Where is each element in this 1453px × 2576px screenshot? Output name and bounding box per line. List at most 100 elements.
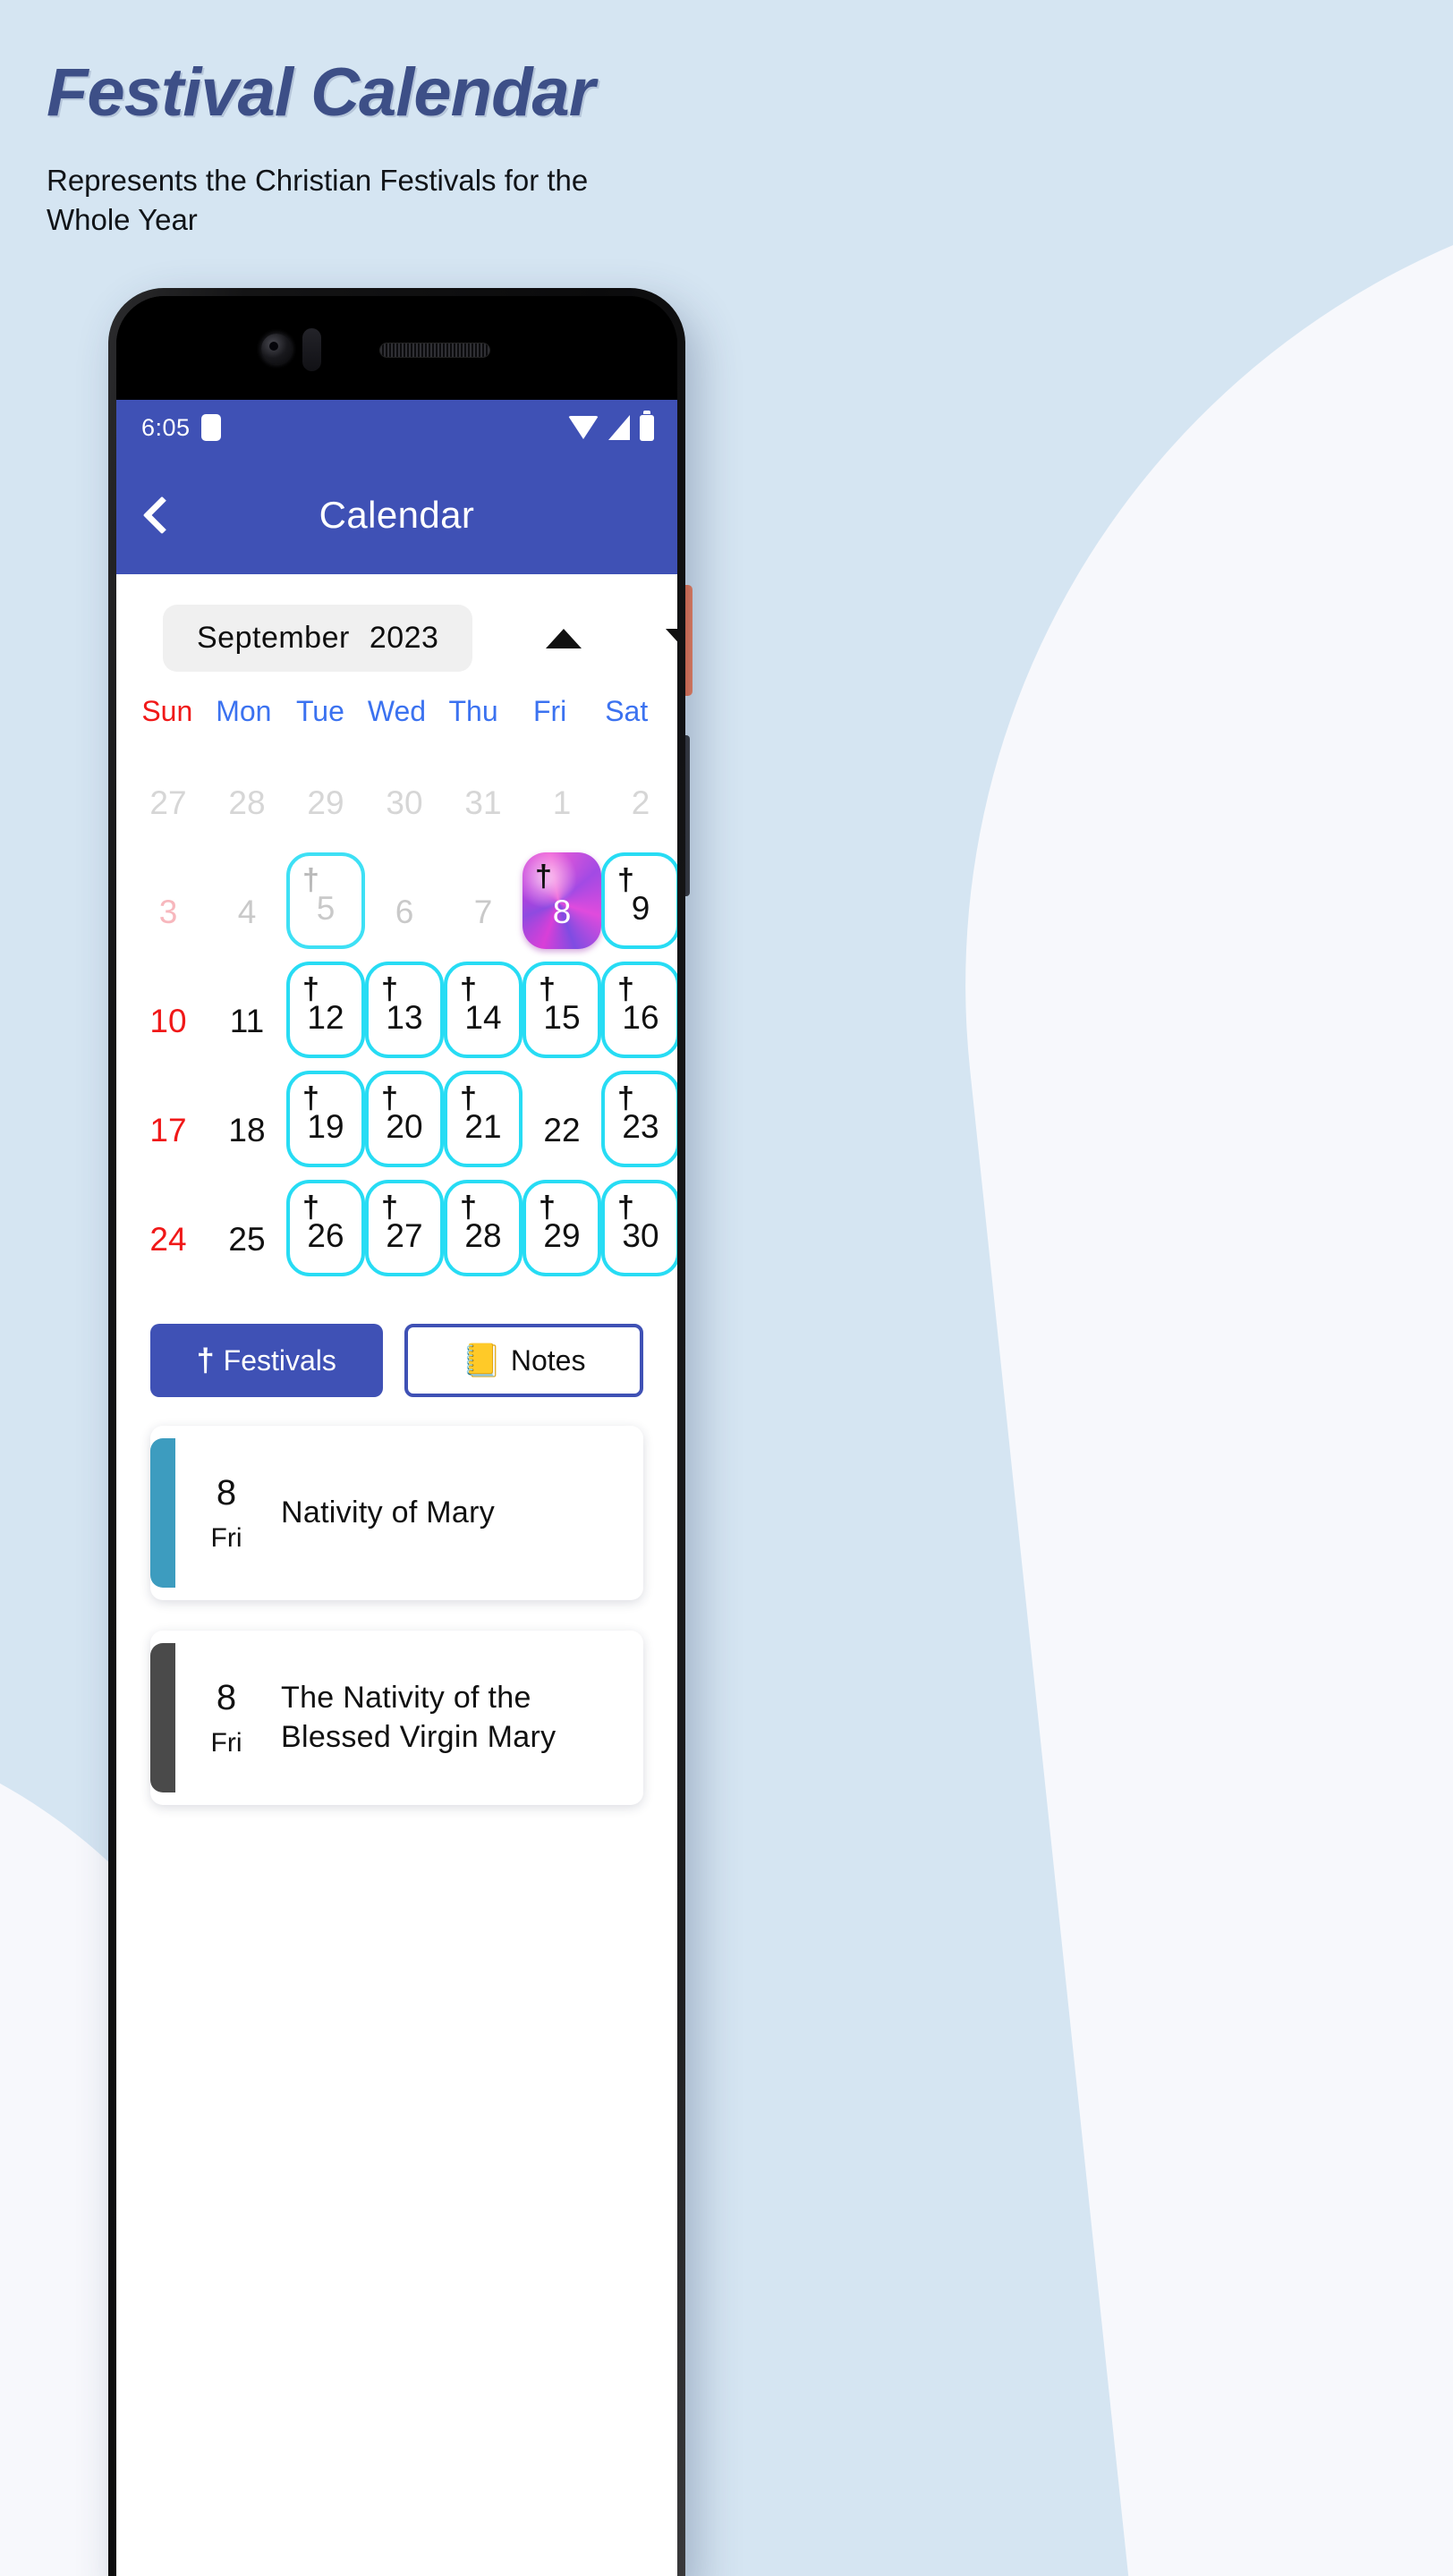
- cross-icon: †: [381, 1081, 398, 1115]
- day-cell-27[interactable]: † 27: [365, 1180, 444, 1276]
- notepad-icon: 📒: [462, 1342, 502, 1378]
- day-cell-30[interactable]: † 30: [601, 1180, 677, 1276]
- event-date-block: 8 Fri: [175, 1426, 272, 1600]
- cross-icon: †: [302, 1191, 319, 1224]
- day-cell-wrapper: † 28: [444, 1174, 523, 1283]
- cross-icon: †: [539, 972, 556, 1006]
- day-cell-wrapper: † 14: [444, 955, 523, 1064]
- day-cell-10[interactable]: 10: [129, 962, 208, 1058]
- month-label: September: [197, 621, 350, 655]
- tab-notes[interactable]: 📒 Notes: [404, 1324, 643, 1397]
- page-title: Festival Calendar: [47, 55, 595, 131]
- cross-icon: †: [617, 972, 634, 1006]
- day-number: 7: [473, 894, 493, 930]
- day-cell-20[interactable]: † 20: [365, 1071, 444, 1167]
- day-cell-18[interactable]: 18: [208, 1071, 286, 1167]
- day-cell-14[interactable]: † 14: [444, 962, 523, 1058]
- month-selector-row: September 2023: [116, 574, 677, 672]
- day-cell-21[interactable]: † 21: [444, 1071, 523, 1167]
- phone-mockup: 6:05 Calendar September 2023 Sun Mon Tue…: [108, 288, 685, 2576]
- day-cell-15[interactable]: † 15: [523, 962, 601, 1058]
- phone-bezel: 6:05 Calendar September 2023 Sun Mon Tue…: [116, 296, 677, 2576]
- day-cell-wrapper: 10: [129, 955, 208, 1064]
- day-cell-wrapper: 17: [129, 1064, 208, 1174]
- day-cell-wrapper: 6: [365, 846, 444, 955]
- day-cell-8[interactable]: † 8: [523, 852, 601, 949]
- event-card[interactable]: 8 Fri Nativity of Mary: [150, 1426, 643, 1600]
- day-cell-22[interactable]: 22: [523, 1071, 601, 1167]
- front-camera-icon: [261, 334, 292, 364]
- triangle-down-icon[interactable]: [666, 628, 677, 648]
- cross-icon: †: [460, 1081, 477, 1115]
- cross-icon: †: [381, 972, 398, 1006]
- weekday-label-mon: Mon: [216, 695, 272, 727]
- day-cell-30: 30: [365, 743, 444, 840]
- cross-icon: †: [617, 863, 634, 897]
- day-cell-3[interactable]: 3: [129, 852, 208, 949]
- day-number: 17: [149, 1112, 187, 1148]
- day-cell-13[interactable]: † 13: [365, 962, 444, 1058]
- notification-chip-icon: [200, 414, 221, 441]
- proximity-sensor-icon: [302, 328, 321, 371]
- event-accent-bar: [150, 1438, 175, 1588]
- triangle-up-icon[interactable]: [546, 628, 582, 648]
- day-cell-wrapper: † 19: [286, 1064, 365, 1174]
- day-cell-11[interactable]: 11: [208, 962, 286, 1058]
- cross-icon: †: [302, 972, 319, 1006]
- day-cell-wrapper: † 8: [523, 846, 601, 955]
- event-card[interactable]: 8 Fri The Nativity of the Blessed Virgin M…: [150, 1631, 643, 1805]
- day-cell-5[interactable]: † 5: [286, 852, 365, 949]
- day-cell-wrapper: † 21: [444, 1064, 523, 1174]
- month-year-chip[interactable]: September 2023: [163, 605, 473, 672]
- cross-icon: †: [302, 1081, 319, 1115]
- day-cell-16[interactable]: † 16: [601, 962, 677, 1058]
- signal-icon: [608, 415, 630, 440]
- day-cell-wrapper: 28: [208, 737, 286, 846]
- day-cell-23[interactable]: † 23: [601, 1071, 677, 1167]
- day-cell-wrapper: † 5: [286, 846, 365, 955]
- day-number: 4: [237, 894, 257, 930]
- day-number: 28: [228, 784, 266, 821]
- cross-icon: †: [535, 860, 552, 894]
- day-cell-25[interactable]: 25: [208, 1180, 286, 1276]
- event-title: The Nativity of the Blessed Virgin Mary: [281, 1680, 557, 1754]
- week-row: 10 11 † 12 † 13 † 14 † 15 † 16: [129, 955, 677, 1064]
- day-cell-wrapper: † 12: [286, 955, 365, 1064]
- day-number: 24: [149, 1221, 187, 1258]
- day-cell-9[interactable]: † 9: [601, 852, 677, 949]
- weekday-label-sun: Sun: [141, 695, 193, 727]
- status-bar: 6:05: [116, 400, 677, 455]
- day-cell-7[interactable]: 7: [444, 852, 523, 949]
- day-cell-wrapper: 7: [444, 846, 523, 955]
- day-cell-28[interactable]: † 28: [444, 1180, 523, 1276]
- earpiece-speaker-icon: [379, 343, 490, 358]
- day-cell-wrapper: † 16: [601, 955, 677, 1064]
- event-list: 8 Fri Nativity of Mary 8 Fri The Nativity of …: [116, 1397, 677, 1805]
- event-accent-bar: [150, 1643, 175, 1792]
- day-number: 6: [395, 894, 414, 930]
- promo-text-block: Festival Calendar Represents the Christi…: [47, 55, 1120, 241]
- day-cell-29[interactable]: † 29: [523, 1180, 601, 1276]
- day-cell-26[interactable]: † 26: [286, 1180, 365, 1276]
- day-cell-17[interactable]: 17: [129, 1071, 208, 1167]
- week-row: 24 25 † 26 † 27 † 28 † 29 † 30: [129, 1174, 677, 1283]
- event-title: Nativity of Mary: [281, 1495, 496, 1530]
- tab-festivals[interactable]: † Festivals: [150, 1324, 383, 1397]
- event-date-block: 8 Fri: [175, 1631, 272, 1805]
- day-cell-wrapper: 31: [444, 737, 523, 846]
- day-cell-wrapper: † 15: [523, 955, 601, 1064]
- day-cell-wrapper: 24: [129, 1174, 208, 1283]
- day-cell-wrapper: 22: [523, 1064, 601, 1174]
- cross-icon: †: [539, 1191, 556, 1224]
- day-cell-19[interactable]: † 19: [286, 1071, 365, 1167]
- day-cell-wrapper: 29: [286, 737, 365, 846]
- day-cell-6[interactable]: 6: [365, 852, 444, 949]
- day-cell-24[interactable]: 24: [129, 1180, 208, 1276]
- app-bar-title: Calendar: [319, 493, 475, 536]
- day-cell-4[interactable]: 4: [208, 852, 286, 949]
- day-cell-wrapper: † 20: [365, 1064, 444, 1174]
- tab-label: Festivals: [223, 1343, 336, 1377]
- week-row: 3 4 † 5 6 7 † 8 † 9: [129, 846, 677, 955]
- day-cell-12[interactable]: † 12: [286, 962, 365, 1058]
- cross-icon: †: [381, 1191, 398, 1224]
